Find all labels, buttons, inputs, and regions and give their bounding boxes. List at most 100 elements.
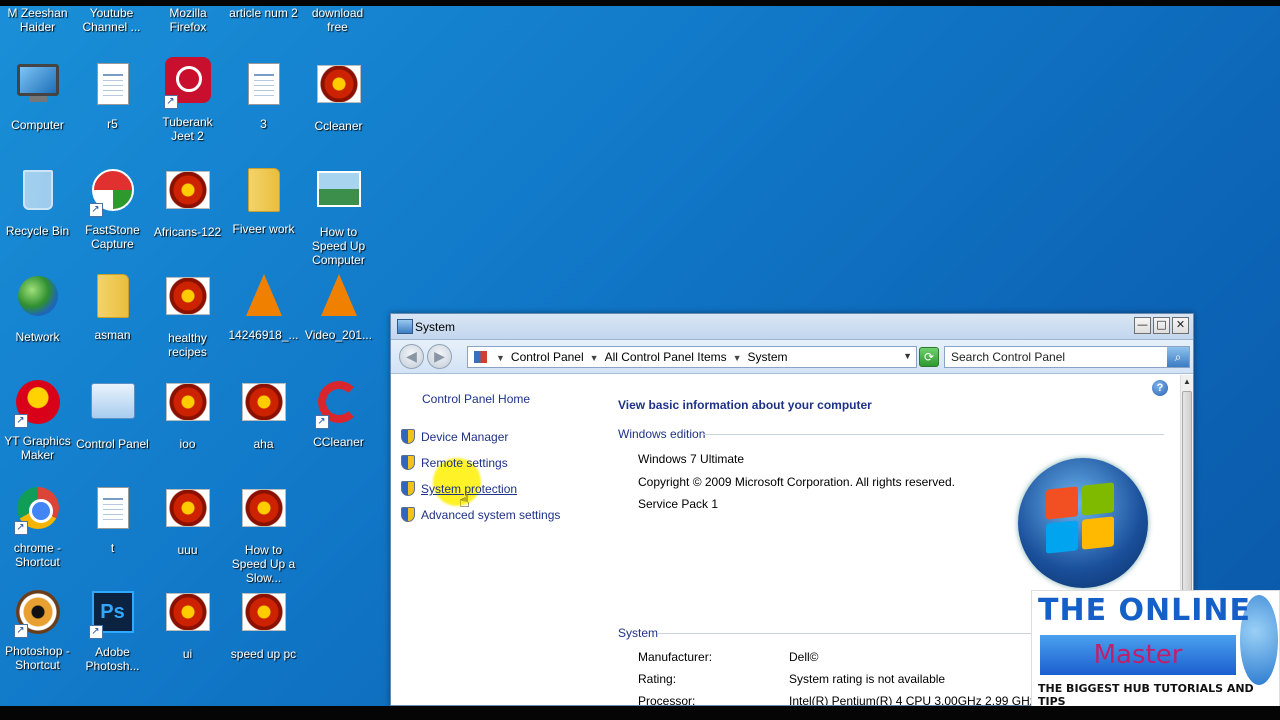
desktop-icon-ioo[interactable]: ioo xyxy=(150,378,225,478)
tuberank-icon: ↗ xyxy=(163,57,212,109)
control-panel-home-link[interactable]: Control Panel Home xyxy=(422,392,530,406)
desktop-icon-label: 14246918_... xyxy=(228,328,299,342)
desktop-icon-aha[interactable]: aha xyxy=(226,378,301,478)
breadcrumb: ▼ Control Panel ▼ All Control Panel Items ▼ S… xyxy=(490,350,788,364)
maximize-button[interactable]: □ xyxy=(1153,317,1170,334)
desktop-icon-label: Ccleaner xyxy=(314,119,363,133)
desktop-icon-computer[interactable]: Computer xyxy=(0,60,75,160)
search-icon[interactable]: ⌕ xyxy=(1167,347,1189,367)
folder-icon xyxy=(240,168,288,216)
desktop-icon-label[interactable]: download free xyxy=(300,6,375,34)
help-icon[interactable]: ? xyxy=(1152,380,1168,396)
watermark-line1: THE ONLINE xyxy=(1038,593,1251,628)
service-pack-value: Service Pack 1 xyxy=(638,497,719,511)
search-box[interactable]: ⌕ xyxy=(944,346,1190,368)
desktop-icon-ccleaner-image[interactable]: Ccleaner xyxy=(301,60,376,160)
window-controls: — □ ✕ xyxy=(1134,317,1189,334)
desktop-icon-label[interactable]: Youtube Channel ... xyxy=(74,6,149,34)
desktop-icon-label: YT Graphics Maker xyxy=(4,434,71,462)
desktop-icon-label: aha xyxy=(253,437,274,451)
chevron-down-icon[interactable]: ▼ xyxy=(733,353,742,363)
desktop-icon-yt-graphics-maker[interactable]: ↗ YT Graphics Maker xyxy=(0,378,75,478)
forward-button[interactable]: ▶ xyxy=(427,344,452,369)
page-title: View basic information about your comput… xyxy=(618,398,872,412)
window-titlebar[interactable]: System — □ ✕ xyxy=(391,314,1193,340)
document-icon xyxy=(240,63,288,111)
task-remote-settings[interactable]: Remote settings xyxy=(401,455,508,473)
desktop-icon-uuu[interactable]: uuu xyxy=(150,484,225,584)
desktop-icon-label: r5 xyxy=(107,117,118,131)
desktop-icon-label[interactable]: Mozilla Firefox xyxy=(150,6,226,34)
system-icon xyxy=(397,319,413,334)
task-advanced-system-settings[interactable]: Advanced system settings xyxy=(401,507,560,525)
scrollbar-thumb[interactable] xyxy=(1182,391,1192,591)
desktop-icon-3[interactable]: 3 xyxy=(226,60,301,160)
back-button[interactable]: ◀ xyxy=(399,344,424,369)
desktop-icon-t[interactable]: t xyxy=(75,484,150,584)
folder-icon xyxy=(89,274,137,322)
desktop-icon-recycle-bin[interactable]: Recycle Bin xyxy=(0,166,75,266)
rating-value[interactable]: System rating is not available xyxy=(789,672,945,686)
photoshop-icon: Ps ↗ xyxy=(88,591,137,639)
desktop-icon-r5[interactable]: r5 xyxy=(75,60,150,160)
breadcrumb-control-panel[interactable]: Control Panel xyxy=(511,350,584,364)
refresh-button[interactable]: ⟳ xyxy=(919,347,939,367)
close-button[interactable]: ✕ xyxy=(1172,317,1189,334)
desktop-top-labels: M Zeeshan Haider Youtube Channel ... Moz… xyxy=(0,6,390,40)
image-icon xyxy=(240,593,288,641)
desktop-icon-speed-up-slow[interactable]: How to Speed Up a Slow... xyxy=(226,484,301,585)
desktop-icon-label: Fiveer work xyxy=(232,222,295,236)
chrome-icon: ↗ xyxy=(13,487,62,535)
desktop-icon-faststone[interactable]: ↗ FastStone Capture xyxy=(75,166,150,266)
address-dropdown-icon[interactable]: ▼ xyxy=(903,351,912,361)
task-device-manager[interactable]: Device Manager xyxy=(401,429,508,447)
window-title: System xyxy=(415,320,456,334)
desktop-icon-photoshop-shortcut[interactable]: ↗ Photoshop - Shortcut xyxy=(0,588,75,688)
desktop-icon-asman[interactable]: asman xyxy=(75,272,150,372)
desktop-icon-africans[interactable]: Africans-122 xyxy=(150,166,225,266)
chevron-down-icon[interactable]: ▼ xyxy=(590,353,599,363)
chevron-down-icon[interactable]: ▼ xyxy=(496,353,505,363)
desktop-icon-label: 3 xyxy=(260,117,267,131)
desktop-icon-network[interactable]: Network xyxy=(0,272,75,372)
network-icon xyxy=(14,276,62,324)
watermark-line2: Master xyxy=(1040,635,1236,675)
desktop-icon-label: How to Speed Up a Slow... xyxy=(231,543,296,585)
shield-icon xyxy=(401,507,415,522)
desktop-icon-speed-up-pc[interactable]: speed up pc xyxy=(226,588,301,688)
shield-icon xyxy=(401,429,415,444)
address-field[interactable]: ▼ Control Panel ▼ All Control Panel Items ▼ S… xyxy=(467,346,917,368)
desktop-icon-label: Adobe Photosh... xyxy=(85,645,140,673)
vlc-icon xyxy=(240,274,288,322)
desktop-icon-healthy-recipes[interactable]: healthy recipes xyxy=(150,272,225,372)
image-icon xyxy=(240,489,288,537)
desktop-icon-vlc-video-2[interactable]: Video_201... xyxy=(301,272,376,372)
desktop-icon-adobe-photoshop[interactable]: Ps ↗ Adobe Photosh... xyxy=(75,588,150,688)
desktop-icon-label[interactable]: M Zeeshan Haider xyxy=(0,6,75,34)
scroll-up-icon[interactable]: ▲ xyxy=(1181,375,1193,389)
desktop-icon-speed-up-computer[interactable]: How to Speed Up Computer xyxy=(301,166,376,267)
desktop-icon-vlc-video-1[interactable]: 14246918_... xyxy=(226,272,301,372)
minimize-button[interactable]: — xyxy=(1134,317,1151,334)
desktop-icon-fiveer-work[interactable]: Fiveer work xyxy=(226,166,301,266)
desktop-icon-tuberank[interactable]: ↗ Tuberank Jeet 2 xyxy=(150,56,225,156)
desktop-icon-label: uuu xyxy=(177,543,198,557)
desktop-icon-label: Computer xyxy=(11,118,64,132)
breadcrumb-system[interactable]: System xyxy=(748,350,788,364)
image-icon xyxy=(164,489,212,537)
hand-cursor-icon: ☝ xyxy=(459,491,470,511)
breadcrumb-all-items[interactable]: All Control Panel Items xyxy=(605,350,727,364)
desktop-icon-chrome[interactable]: ↗ chrome - Shortcut xyxy=(0,484,75,584)
rating-label: Rating: xyxy=(638,672,677,686)
desktop-icon-ccleaner[interactable]: ↗ CCleaner xyxy=(301,378,376,478)
desktop-icon-ui[interactable]: ui xyxy=(150,588,225,688)
windows-logo xyxy=(1018,458,1148,588)
control-panel-icon xyxy=(89,383,137,431)
desktop-icon-control-panel[interactable]: Control Panel xyxy=(75,378,150,478)
ccleaner-icon: ↗ xyxy=(314,381,363,429)
video-letterbox-bottom xyxy=(0,706,1280,720)
vlc-icon xyxy=(315,274,363,322)
search-input[interactable] xyxy=(951,350,1161,364)
desktop-icon-label[interactable]: article num 2 xyxy=(226,6,301,20)
faststone-icon: ↗ xyxy=(88,169,137,217)
